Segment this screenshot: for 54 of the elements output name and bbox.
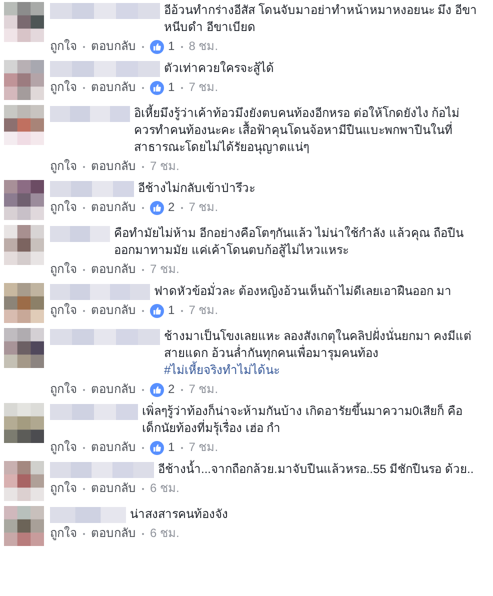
like-count: 1 [168,79,175,96]
thumbs-up-icon [150,200,164,214]
comment-text: เพิ่ลๆรู้ว่าท้องก็น่าจะห้ามกันบ้าง เกิดอารัยขึ้นมาความ0เสียก็ คือเด็กนัยท้องที่มรุ้เรื่อง เฮ่อ กำ [142,403,464,437]
like-link[interactable]: ถูกใจ [50,199,77,216]
comment-text: ตัวเท่าควยใครจะสู้ได้ [164,60,274,77]
comment-time: 7 ชม. [188,439,218,456]
like-link[interactable]: ถูกใจ [50,38,77,55]
thumbs-up-icon [150,40,164,54]
comment-time: 7 ชม. [188,302,218,319]
like-count: 2 [168,381,175,398]
comment-text: ฟาดหัวข้อมั่วละ ต้องหญิงอ้วนเห็นถ้าไม่ดีเลยเอาฝืนออก มา [154,283,452,300]
like-link[interactable]: ถูกใจ [50,439,77,456]
like-link[interactable]: ถูกใจ [50,480,77,497]
reply-link[interactable]: ตอบกลับ [91,480,136,497]
thumbs-up-icon [150,440,164,454]
comment-text: อิเหี้ยมึงรู้ว่าเค้าท้อวมึงยังตบคนท้องอีกหรอ ต่อให้โกดยังไง ก้อไม่ควรทำคนท้องนะคะ เสื้อฟ้าคุนโดนจ้อหามีปืนแบะพกพาปืนในที่ สาธารณะโดยไม่ได้รัยอนุญาตแน่ๆ [134,105,461,156]
reply-link[interactable]: ตอบกลับ [91,38,136,55]
like-count: 1 [168,302,175,319]
hashtag-link[interactable]: #ไม่เหี้ยจริงทำไม่ได้นะ [164,363,280,377]
comment-text: อีช้างไม่กลับเข้าป่ารึวะ [138,180,255,197]
like-link[interactable]: ถูกใจ [50,158,77,175]
thumbs-up-icon [150,80,164,94]
comment-text: คือทำมัยไม่ห้าม อีกอย่างคือโตๆกันแล้ว ไม่น่าใช้กำลัง แล้วคุณ ถือปืนออกมาทามมัย แค่เค้าโดนตบก้อสู้ไม่ไหวแหระ [114,225,464,259]
reply-link[interactable]: ตอบกลับ [91,199,136,216]
reply-link[interactable]: ตอบกลับ [91,439,136,456]
comment-text: ช้างมาเป็นโขงเลยแหะ ลองสังเกตุในคลิปฝั่งนั่นยกมา คงมีแต่สายแดก อ้วนล่ำกันทุกคนเพื่อมารุมคนท้อง #ไม่เหี้ยจริงทำไม่ได้นะ [164,328,473,379]
comment-time: 7 ชม. [188,381,218,398]
like-count: 1 [168,439,175,456]
reply-link[interactable]: ตอบกลับ [91,261,136,278]
reply-link[interactable]: ตอบกลับ [91,79,136,96]
comment-time: 6 ชม. [150,480,180,497]
comment-time: 8 ชม. [188,38,218,55]
like-link[interactable]: ถูกใจ [50,261,77,278]
like-count: 2 [168,199,175,216]
like-link[interactable]: ถูกใจ [50,79,77,96]
reply-link[interactable]: ตอบกลับ [91,525,136,542]
reply-link[interactable]: ตอบกลับ [91,381,136,398]
comment-time: 7 ชม. [150,158,180,175]
comment-time: 6 ชม. [150,525,180,542]
comment-time: 7 ชม. [188,199,218,216]
thumbs-up-icon [150,304,164,318]
comment-text: อีอ้วนทำกร่างอีสัส โดนจับมาอย่าทำหน้าหมาหงอยนะ มึง อีขาหนีบดำ อีขาเบียด [164,2,478,36]
blurred-name [50,226,110,242]
comment-time: 7 ชม. [150,261,180,278]
thumbs-up-icon [150,382,164,396]
reply-link[interactable]: ตอบกลับ [91,302,136,319]
like-link[interactable]: ถูกใจ [50,302,77,319]
comment-text: อีช้างน้ำ...จากถือกล้วย.มาจับปืนแล้วหรอ..55 มีชักปืนรอ ด้วย.. [158,461,474,478]
like-link[interactable]: ถูกใจ [50,381,77,398]
like-link[interactable]: ถูกใจ [50,525,77,542]
comment-text: น่าสงสารคนท้องจัง [130,506,228,523]
reply-link[interactable]: ตอบกลับ [91,158,136,175]
like-count: 1 [168,38,175,55]
comment-time: 7 ชม. [188,79,218,96]
